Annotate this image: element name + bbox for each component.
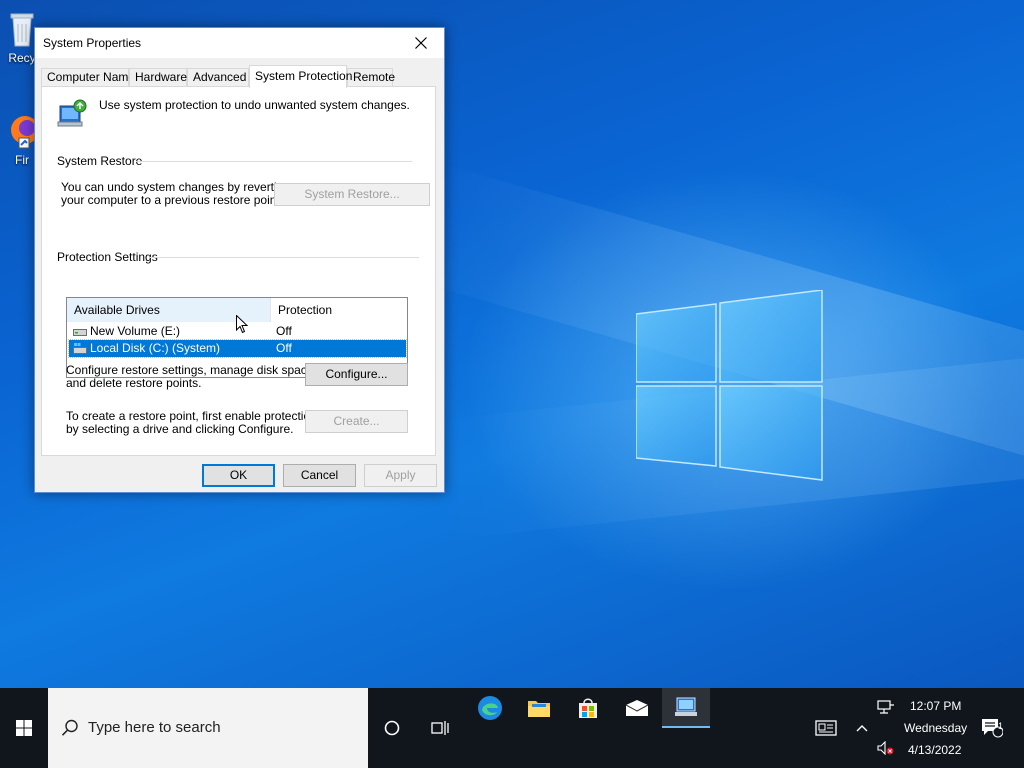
system-restore-description-line: your computer to a previous restore poin… xyxy=(61,193,284,207)
search-icon xyxy=(61,719,78,736)
search-placeholder: Type here to search xyxy=(88,719,221,736)
cortana-button[interactable] xyxy=(368,708,416,748)
tab-remote[interactable]: Remote xyxy=(347,68,395,87)
configure-button[interactable]: Configure... xyxy=(305,363,408,386)
drive-name: New Volume (E:) xyxy=(90,324,181,338)
tab-system-protection[interactable]: System Protection xyxy=(249,65,352,88)
start-button[interactable] xyxy=(0,688,48,768)
taskbar-edge[interactable] xyxy=(466,688,514,728)
drive-row-local-disk-c[interactable]: Local Disk (C:) (System) Off xyxy=(68,339,407,358)
tab-computer-name[interactable]: Computer Name xyxy=(41,68,135,87)
configure-description: Configure restore settings, manage disk … xyxy=(66,364,317,390)
taskbar-system-properties[interactable] xyxy=(662,688,710,728)
system-protection-panel: Use system protection to undo unwanted s… xyxy=(41,86,436,456)
taskbar-file-explorer[interactable] xyxy=(515,688,563,728)
drive-icon xyxy=(73,329,87,336)
windows-start-icon xyxy=(16,720,32,736)
taskbar-mail[interactable] xyxy=(613,688,661,728)
mouse-cursor-icon xyxy=(236,315,248,334)
cortana-icon xyxy=(384,720,400,736)
system-protection-icon xyxy=(57,99,87,127)
system-restore-description: You can undo system changes by reverting… xyxy=(61,181,290,207)
tray-volume[interactable] xyxy=(862,728,910,768)
taskbar: Type here to search 12:07 PM Wednesday 4… xyxy=(0,688,1024,768)
group-divider xyxy=(150,257,419,258)
dialog-titlebar[interactable]: System Properties xyxy=(35,28,444,58)
taskbar-search-box[interactable]: Type here to search xyxy=(48,688,368,768)
drive-protection-status: Off xyxy=(276,324,292,338)
mail-icon xyxy=(625,700,649,716)
edge-icon xyxy=(478,696,502,720)
protection-settings-heading: Protection Settings xyxy=(57,250,158,264)
create-description-line: by selecting a drive and clicking Config… xyxy=(66,422,294,436)
drive-name: Local Disk (C:) (System) xyxy=(90,341,221,355)
windows-logo-wallpaper xyxy=(636,290,823,481)
volume-muted-icon xyxy=(877,741,894,755)
apply-button[interactable]: Apply xyxy=(364,464,437,487)
drive-protection-status: Off xyxy=(276,341,292,355)
column-header-protection[interactable]: Protection xyxy=(270,298,404,322)
tab-advanced[interactable]: Advanced xyxy=(187,68,249,87)
system-properties-icon xyxy=(675,697,697,716)
close-icon xyxy=(415,37,427,49)
ok-button[interactable]: OK xyxy=(202,464,275,487)
windows-drive-icon xyxy=(73,343,87,354)
dialog-title: System Properties xyxy=(43,36,142,50)
configure-description-line: and delete restore points. xyxy=(66,376,202,390)
news-icon xyxy=(815,720,837,736)
system-restore-heading: System Restore xyxy=(57,154,143,168)
task-view-button[interactable] xyxy=(416,708,464,748)
action-center-button[interactable]: 1 xyxy=(968,708,1016,748)
create-description: To create a restore point, first enable … xyxy=(66,410,317,436)
task-view-icon xyxy=(431,721,449,735)
intro-text: Use system protection to undo unwanted s… xyxy=(99,98,410,112)
tab-hardware[interactable]: Hardware xyxy=(129,68,187,87)
system-properties-dialog: System Properties Computer Name Hardware… xyxy=(34,27,445,493)
clock-day[interactable]: Wednesday xyxy=(904,721,967,735)
folder-icon xyxy=(528,701,550,717)
system-restore-button[interactable]: System Restore... xyxy=(274,183,430,206)
close-button[interactable] xyxy=(398,28,444,58)
taskbar-store[interactable] xyxy=(564,688,612,728)
clock-date[interactable]: 4/13/2022 xyxy=(908,743,961,757)
group-divider xyxy=(136,161,412,162)
notification-count-badge: 1 xyxy=(998,721,1004,731)
create-button[interactable]: Create... xyxy=(305,410,408,433)
store-icon xyxy=(579,698,597,718)
clock-time[interactable]: 12:07 PM xyxy=(910,699,961,713)
cancel-button[interactable]: Cancel xyxy=(283,464,356,487)
